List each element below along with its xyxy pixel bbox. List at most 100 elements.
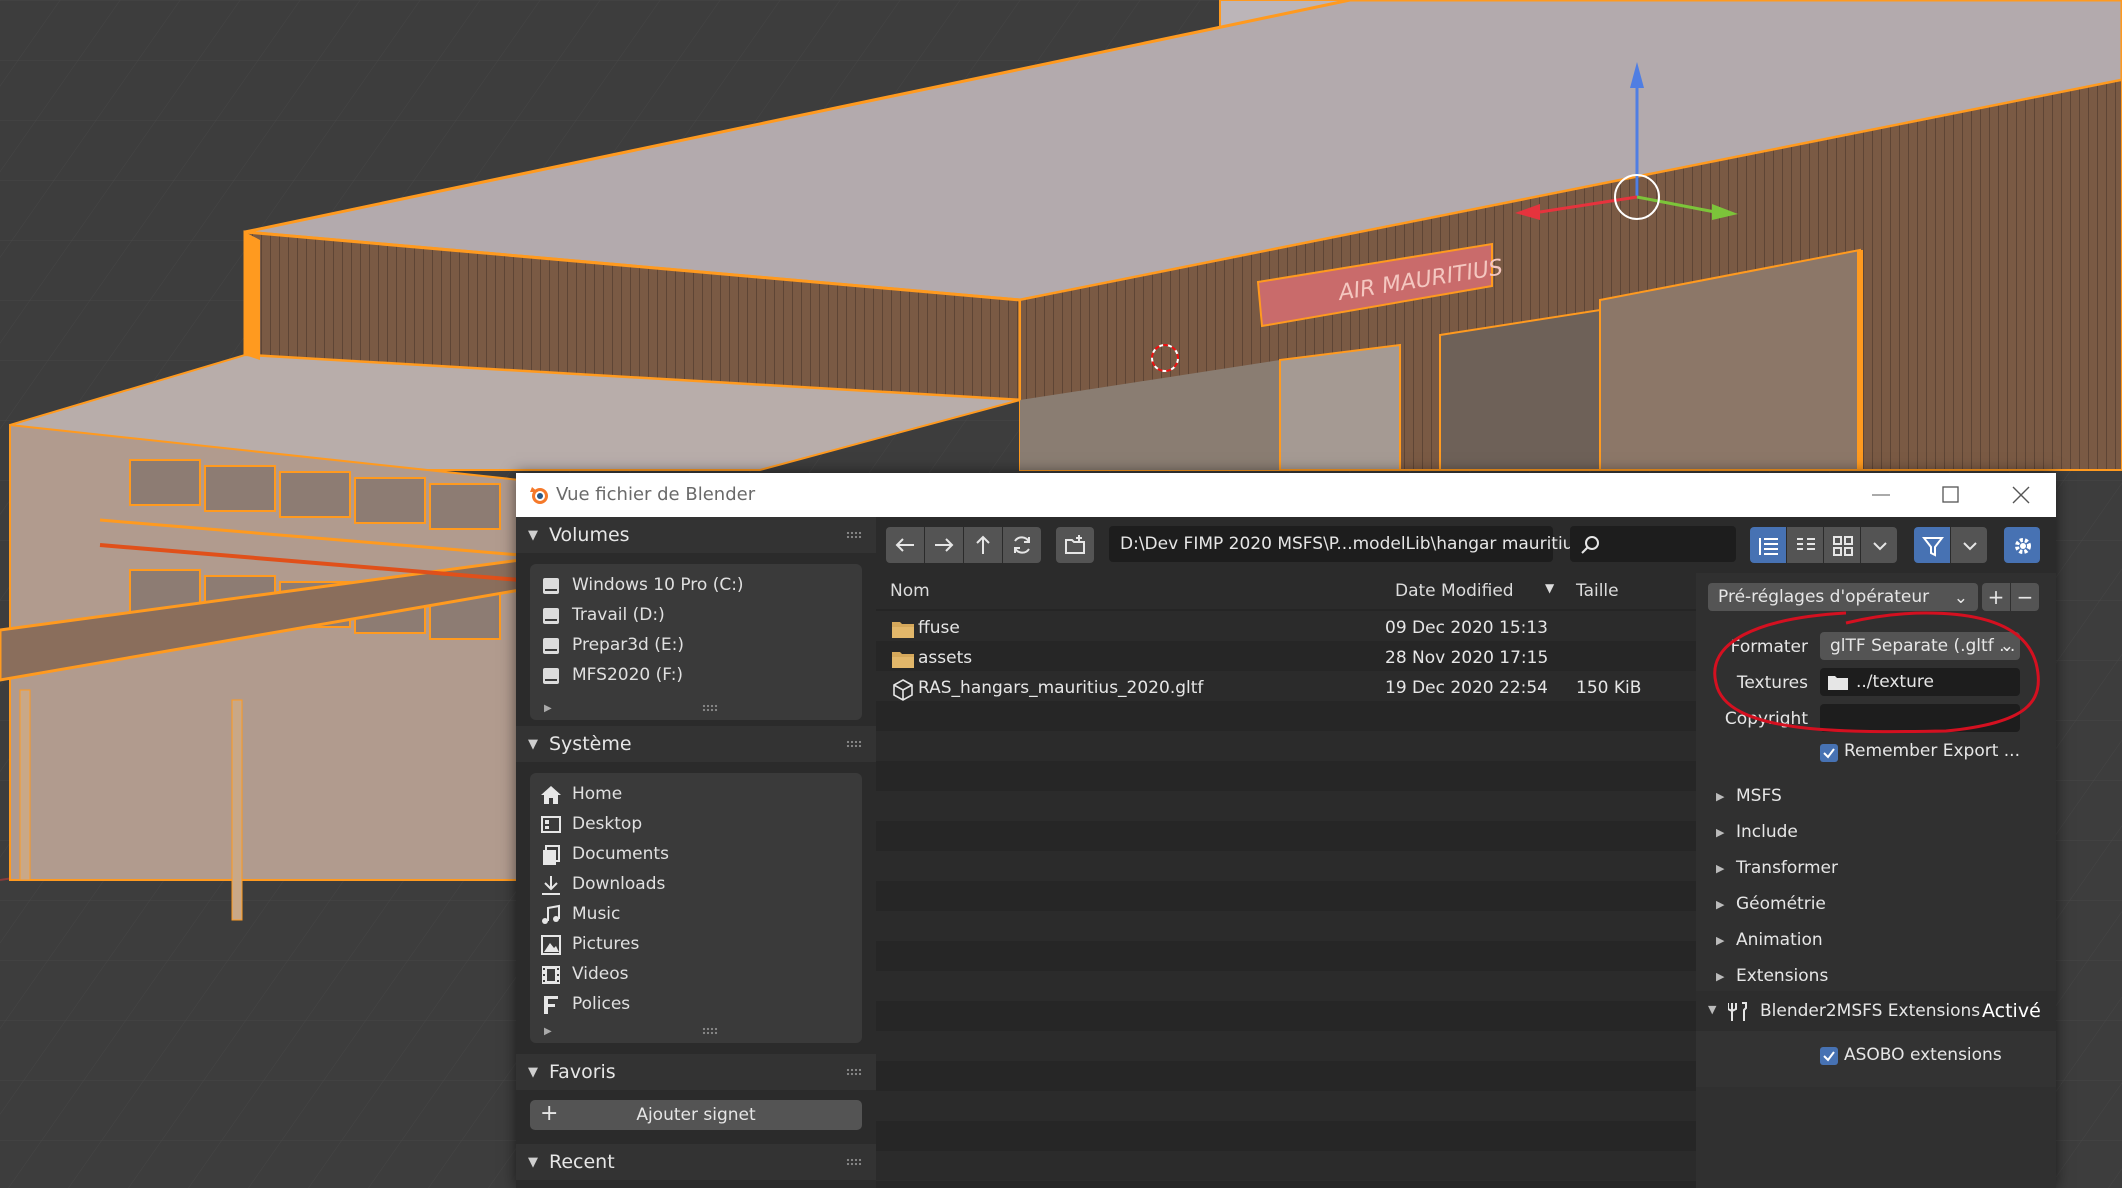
folder-icon: [892, 652, 914, 668]
list-stripe: [876, 791, 1696, 821]
list-stripe: [876, 1151, 1696, 1181]
column-header-name[interactable]: Nom: [876, 573, 1382, 609]
b2m-extensions-header[interactable]: ▼ Blender2MSFS Extensions Activé: [1696, 991, 2056, 1031]
drive-icon: [543, 638, 559, 654]
thumbnails-icon: [1833, 536, 1853, 556]
arrow-left-icon: [895, 538, 914, 552]
vertical-list-icon: [1759, 538, 1778, 555]
list-stripe: [876, 1031, 1696, 1061]
asobo-extensions-checkbox[interactable]: [1820, 1047, 1838, 1065]
vertical-list-view-button[interactable]: [1750, 527, 1786, 563]
file-row[interactable]: RAS_hangars_mauritius_2020.gltf 19 Dec 2…: [876, 673, 1696, 703]
file-row[interactable]: assets 28 Nov 2020 17:15: [876, 643, 1696, 673]
system-header[interactable]: ▼ Système: [516, 726, 876, 762]
gear-icon: [2015, 538, 2031, 554]
copyright-input[interactable]: [1820, 704, 2020, 732]
parent-directory-button[interactable]: [964, 527, 1002, 563]
settings-button[interactable]: [2004, 527, 2040, 563]
format-dropdown[interactable]: glTF Separate (.gltf ... ⌄: [1820, 632, 2020, 660]
list-stripe: [876, 1061, 1696, 1091]
drag-grip-icon[interactable]: [846, 531, 862, 539]
expand-list-icon[interactable]: ▶: [544, 1026, 552, 1037]
minimize-button[interactable]: [1846, 473, 1916, 517]
list-stripe: [876, 1001, 1696, 1031]
minimize-icon: [1872, 494, 1890, 496]
folder-icon: [892, 622, 914, 638]
close-button[interactable]: [1986, 473, 2056, 517]
drive-icon: [543, 668, 559, 684]
directory-path-field[interactable]: D:\Dev FIMP 2020 MSFS\P...modelLib\hanga…: [1109, 526, 1588, 562]
remove-preset-button[interactable]: −: [2011, 583, 2039, 611]
list-stripe: [876, 881, 1696, 911]
filter-dropdown[interactable]: [1951, 527, 1987, 563]
b2m-extensions-body: ASOBO extensions: [1696, 1031, 2056, 1087]
file-area: D:\Dev FIMP 2020 MSFS\P...modelLib\hanga…: [876, 517, 2040, 1188]
collapse-icon: ▼: [528, 1065, 538, 1080]
search-input[interactable]: [1570, 526, 1736, 562]
back-button[interactable]: [886, 527, 924, 563]
maximize-icon: [1942, 486, 1959, 503]
favorites-header[interactable]: ▼ Favoris: [516, 1054, 876, 1090]
toolbar: D:\Dev FIMP 2020 MSFS\P...modelLib\hanga…: [876, 517, 2056, 573]
arrow-right-icon: [935, 538, 954, 552]
list-stripe: [876, 1121, 1696, 1151]
tools-icon: [1728, 1002, 1747, 1021]
documents-icon: [543, 845, 560, 865]
resize-grip-icon[interactable]: [702, 704, 718, 712]
column-header-size[interactable]: Taille: [1564, 573, 1696, 609]
volumes-header[interactable]: ▼ Volumes: [516, 517, 876, 553]
file-browser-window: Vue fichier de Blender ▼ Volumes Windows…: [516, 473, 2056, 1188]
list-stripe: [876, 731, 1696, 761]
list-stripe: [876, 911, 1696, 941]
pictures-icon: [541, 935, 561, 955]
remember-export-checkbox[interactable]: [1820, 744, 1838, 762]
filter-toggle-button[interactable]: [1914, 527, 1950, 563]
expand-list-icon[interactable]: ▶: [544, 703, 552, 714]
file-list: Nom Date Modified ▼ Taille ffuse 09 Dec …: [876, 573, 1696, 1188]
window-titlebar[interactable]: Vue fichier de Blender: [516, 473, 2056, 517]
list-stripe: [876, 941, 1696, 971]
recent-header[interactable]: ▼ Recent: [516, 1144, 876, 1180]
drag-grip-icon[interactable]: [846, 740, 862, 748]
forward-button[interactable]: [925, 527, 963, 563]
collapse-icon: ▼: [1708, 1003, 1717, 1016]
minus-icon: −: [2016, 585, 2034, 609]
expand-icon: ▶: [1716, 898, 1725, 911]
maximize-button[interactable]: [1916, 473, 1986, 517]
horizontal-list-icon: [1797, 538, 1815, 550]
thumbnail-view-button[interactable]: [1824, 527, 1860, 563]
home-icon: [541, 786, 561, 804]
column-header-date[interactable]: Date Modified ▼: [1383, 573, 1563, 609]
drive-icon: [543, 578, 559, 594]
list-stripe: [876, 821, 1696, 851]
fonts-icon: [544, 996, 558, 1014]
chevron-down-icon: ⌄: [1953, 588, 1968, 608]
chevron-down-icon: ⌄: [1999, 636, 2014, 656]
drag-grip-icon[interactable]: [846, 1158, 862, 1166]
refresh-button[interactable]: [1003, 527, 1041, 563]
textures-path-field[interactable]: ../texture: [1820, 668, 2020, 696]
resize-grip-icon[interactable]: [702, 1027, 718, 1035]
collapse-icon: ▼: [528, 1155, 538, 1170]
volumes-list: Windows 10 Pro (C:) Travail (D:) Prepar3…: [530, 564, 862, 720]
list-stripe: [876, 701, 1696, 731]
list-stripe: [876, 971, 1696, 1001]
horizontal-list-view-button[interactable]: [1787, 527, 1823, 563]
sidebar: ▼ Volumes Windows 10 Pro (C:) Travail (D…: [516, 517, 876, 1188]
plus-icon: +: [1987, 585, 2005, 609]
expand-icon: ▶: [1716, 790, 1725, 803]
operator-presets-dropdown[interactable]: Pré-réglages d'opérateur ⌄: [1708, 583, 1978, 611]
drag-grip-icon[interactable]: [846, 1068, 862, 1076]
collapse-icon: ▼: [528, 528, 538, 543]
window-title: Vue fichier de Blender: [556, 484, 756, 505]
add-bookmark-button[interactable]: + Ajouter signet: [530, 1100, 862, 1130]
chevron-down-icon: [1963, 542, 1977, 551]
display-settings-dropdown[interactable]: [1861, 527, 1897, 563]
new-folder-button[interactable]: [1056, 527, 1094, 563]
chevron-down-icon: [1873, 542, 1887, 551]
arrow-up-icon: [976, 535, 990, 554]
music-icon: [542, 904, 560, 924]
blender-logo-icon: [530, 487, 548, 504]
add-preset-button[interactable]: +: [1982, 583, 2010, 611]
file-row[interactable]: ffuse 09 Dec 2020 15:13: [876, 613, 1696, 643]
